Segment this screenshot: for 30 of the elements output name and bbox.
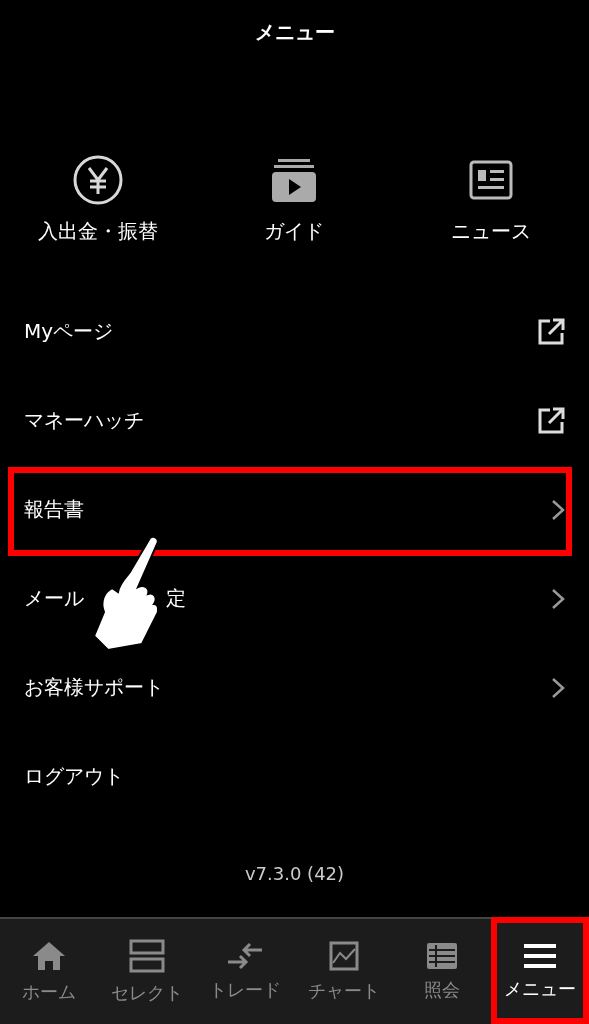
chevron-right-icon (551, 587, 565, 610)
list-icon (425, 941, 458, 970)
menu-item[interactable]: 報告書 (0, 465, 589, 554)
shortcut-button[interactable]: ニュース (400, 152, 581, 245)
chart-icon (328, 940, 359, 971)
version-label: v7.3.0 (42) (243, 863, 346, 884)
menu-item[interactable]: メール 定 (0, 554, 589, 643)
tab[interactable]: ホーム (0, 919, 99, 1024)
tab[interactable]: メニュー (490, 919, 589, 1024)
screen-title: メニュー (253, 18, 336, 46)
tab[interactable]: セレクト (98, 919, 197, 1024)
newspaper-icon (468, 160, 513, 200)
menu-item[interactable]: ログアウト (0, 732, 589, 821)
tab[interactable]: トレード (196, 919, 295, 1024)
external-link-icon (537, 317, 565, 346)
menu-item[interactable]: Myページ (0, 287, 589, 376)
external-link-icon (537, 406, 565, 435)
video-icon (271, 157, 318, 203)
shortcut-button[interactable]: ガイド (204, 152, 385, 245)
tab[interactable]: 照会 (392, 919, 491, 1024)
yen-icon (72, 154, 125, 206)
chevron-right-icon (551, 498, 565, 521)
menu-item[interactable]: お客様サポート (0, 643, 589, 732)
menu-item[interactable]: マネーハッチ (0, 376, 589, 465)
tab[interactable]: チャート (294, 919, 393, 1024)
shortcut-button[interactable]: 入出金・振替 (8, 152, 189, 245)
arrows-icon (226, 941, 265, 970)
two-panels-icon (129, 938, 166, 973)
chevron-right-icon (551, 676, 565, 699)
menu-icon (522, 942, 557, 969)
